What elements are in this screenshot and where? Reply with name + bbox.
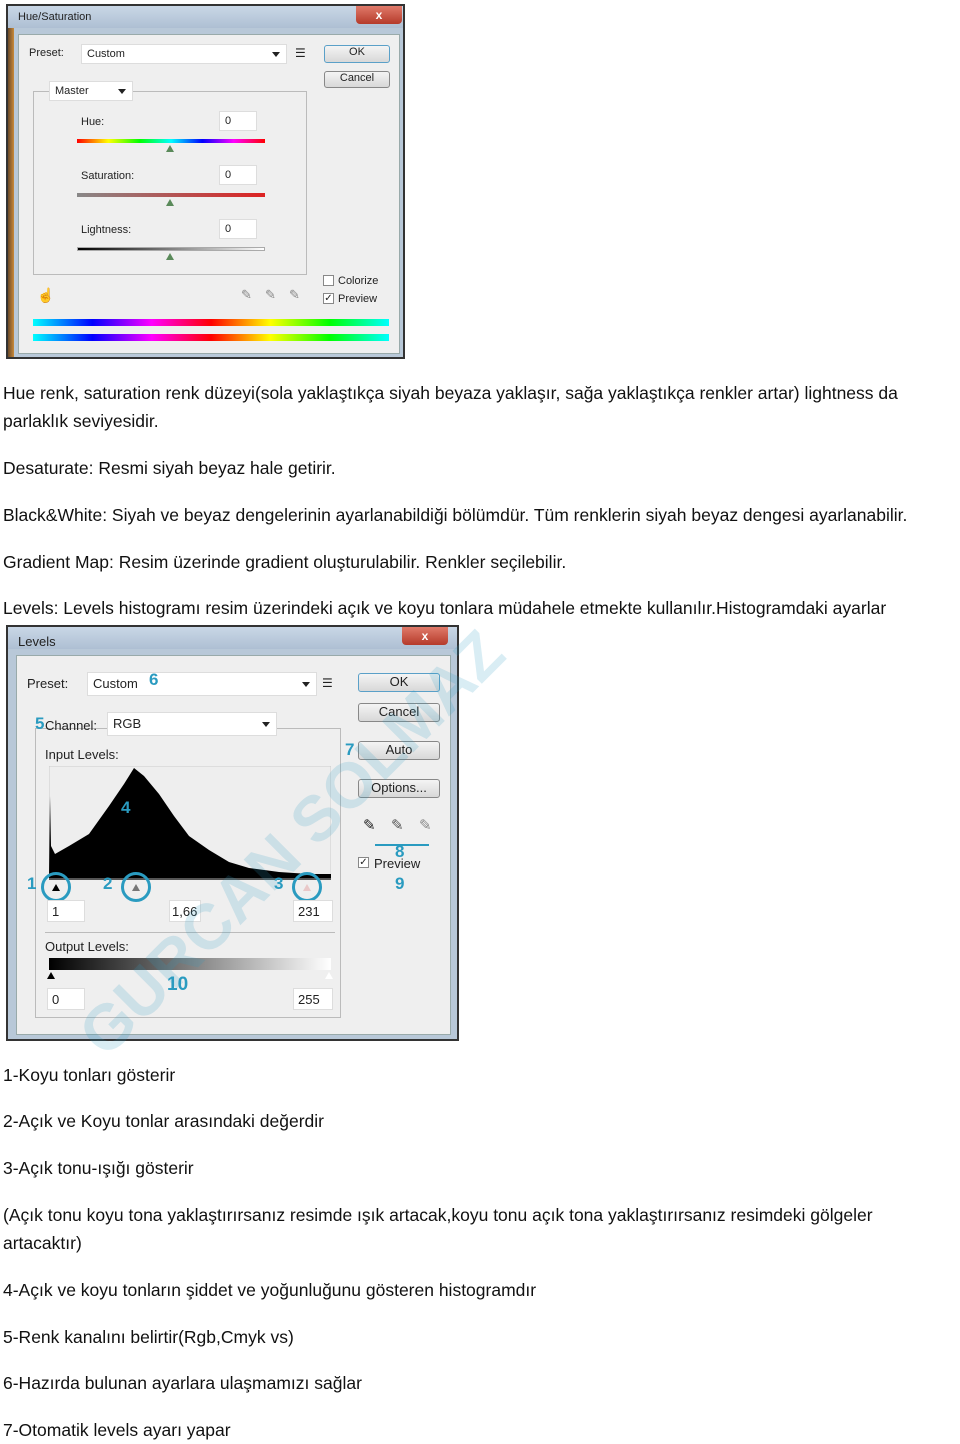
close-button[interactable]: x — [356, 6, 402, 24]
list-item: artacaktır) — [3, 1233, 82, 1253]
output-white-handle[interactable] — [325, 972, 333, 979]
list-item: 3-Açık tonu-ışığı gösterir — [3, 1158, 194, 1178]
hue-saturation-dialog: Hue/Saturation x Preset: Custom ☰ OK Can… — [6, 4, 405, 359]
preset-value: Custom — [87, 48, 125, 60]
marker-6: 6 — [149, 670, 159, 689]
marker-8: 8 — [395, 842, 405, 861]
chevron-down-icon — [118, 89, 126, 94]
marker-circle-2 — [121, 872, 151, 902]
close-button[interactable]: x — [402, 627, 448, 645]
paragraph: Desaturate: Resmi siyah beyaz hale getir… — [3, 458, 336, 478]
channel-select[interactable]: RGB — [107, 712, 277, 736]
color-bar-bottom — [33, 334, 389, 341]
title-bar: Hue/Saturation — [8, 6, 403, 28]
marker-3: 3 — [274, 874, 284, 893]
eyedropper-plus-icon[interactable]: ✎ — [265, 287, 276, 303]
paragraph: Gradient Map: Resim üzerinde gradient ol… — [3, 552, 567, 572]
list-item: 2-Açık ve Koyu tonlar arasındaki değerdi… — [3, 1111, 324, 1131]
preset-value: Custom — [93, 676, 138, 691]
output-black-handle[interactable] — [47, 972, 55, 979]
ok-button[interactable]: OK — [324, 45, 390, 63]
chevron-down-icon — [302, 682, 310, 687]
hue-slider-track[interactable] — [77, 139, 265, 143]
output-black-field[interactable]: 0 — [47, 988, 85, 1010]
paragraph: Hue renk, saturation renk düzeyi(sola ya… — [3, 383, 898, 403]
marker-4: 4 — [121, 798, 131, 817]
paragraph: Levels: Levels histogramı resim üzerinde… — [3, 598, 887, 618]
cancel-button[interactable]: Cancel — [358, 703, 440, 722]
eyedropper-minus-icon[interactable]: ✎ — [289, 287, 300, 303]
channel-value: RGB — [113, 716, 142, 731]
hue-slider-handle[interactable] — [166, 145, 174, 152]
color-bar-top — [33, 319, 389, 326]
chevron-down-icon — [262, 722, 270, 727]
colorize-checkbox[interactable] — [323, 275, 334, 286]
histogram — [49, 766, 331, 878]
ok-button[interactable]: OK — [358, 673, 440, 692]
hand-adjust-icon[interactable]: ☝ — [37, 287, 54, 304]
eyedropper-icon[interactable]: ✎ — [241, 287, 252, 303]
list-item: 5-Renk kanalını belirtir(Rgb,Cmyk vs) — [3, 1327, 294, 1347]
marker-7: 7 — [345, 740, 355, 759]
channel-value: Master — [55, 85, 89, 97]
channel-select[interactable]: Master — [49, 81, 133, 101]
white-eyedropper-icon[interactable]: ✎ — [419, 816, 432, 834]
hue-label: Hue: — [81, 116, 105, 128]
black-eyedropper-icon[interactable]: ✎ — [363, 816, 376, 834]
saturation-slider-track[interactable] — [77, 193, 265, 197]
input-levels-label: Input Levels: — [45, 747, 119, 762]
preview-checkbox[interactable]: ✓ — [323, 293, 334, 304]
levels-dialog: Levels x Preset: Custom ☰ OK Cancel Auto… — [6, 616, 518, 1070]
list-item: 6-Hazırda bulunan ayarlara ulaşmamızı sa… — [3, 1373, 362, 1393]
saturation-input[interactable]: 0 — [219, 165, 257, 185]
marker-2: 2 — [103, 874, 113, 893]
input-gamma-field[interactable]: 1,66 — [169, 900, 201, 922]
lightness-label: Lightness: — [81, 224, 132, 236]
saturation-slider-handle[interactable] — [166, 199, 174, 206]
marker-circle-3 — [292, 872, 322, 902]
dialog-title: Hue/Saturation — [18, 11, 92, 23]
lightness-slider-track[interactable] — [77, 247, 265, 251]
preset-menu-icon[interactable]: ☰ — [322, 676, 333, 690]
input-white-field[interactable]: 231 — [293, 900, 333, 922]
channel-label: Channel: — [45, 718, 98, 733]
saturation-label: Saturation: — [81, 170, 135, 182]
marker-circle-1 — [41, 872, 71, 902]
marker-1: 1 — [27, 874, 37, 893]
preview-label: Preview — [338, 293, 378, 305]
list-item: 4-Açık ve koyu tonların şiddet ve yoğunl… — [3, 1280, 537, 1300]
divider — [45, 932, 335, 933]
options-button[interactable]: Options... — [358, 779, 440, 798]
input-black-field[interactable]: 1 — [47, 900, 85, 922]
output-levels-label: Output Levels: — [45, 939, 129, 954]
colorize-label: Colorize — [338, 275, 379, 287]
preset-select[interactable]: Custom — [87, 672, 317, 696]
preset-menu-icon[interactable]: ☰ — [295, 46, 306, 60]
lightness-slider-handle[interactable] — [166, 253, 174, 260]
preset-label: Preset: — [27, 676, 69, 691]
cancel-button[interactable]: Cancel — [324, 71, 390, 88]
list-item: 7-Otomatik levels ayarı yapar — [3, 1420, 231, 1440]
preview-checkbox[interactable]: ✓ — [358, 857, 369, 868]
input-slider-track[interactable] — [49, 878, 331, 880]
list-item: (Açık tonu koyu tona yaklaştırırsanız re… — [3, 1205, 873, 1225]
marker-10: 10 — [167, 974, 189, 995]
marker-9: 9 — [395, 874, 405, 893]
auto-button[interactable]: Auto — [358, 741, 440, 760]
marker-5: 5 — [35, 714, 45, 733]
chevron-down-icon — [272, 52, 280, 57]
paragraph: parlaklık seviyesidir. — [3, 411, 159, 431]
preset-label: Preset: — [29, 47, 64, 59]
dialog-title: Levels — [18, 634, 56, 649]
list-item: 1-Koyu tonları gösterir — [3, 1065, 176, 1085]
output-white-field[interactable]: 255 — [293, 988, 333, 1010]
gray-eyedropper-icon[interactable]: ✎ — [391, 816, 404, 834]
lightness-input[interactable]: 0 — [219, 219, 257, 239]
preset-select[interactable]: Custom — [81, 44, 287, 64]
output-gradient[interactable] — [49, 958, 331, 970]
paragraph: Black&White: Siyah ve beyaz dengelerinin… — [3, 505, 908, 525]
hue-input[interactable]: 0 — [219, 111, 257, 131]
title-bar: Levels — [8, 627, 457, 649]
